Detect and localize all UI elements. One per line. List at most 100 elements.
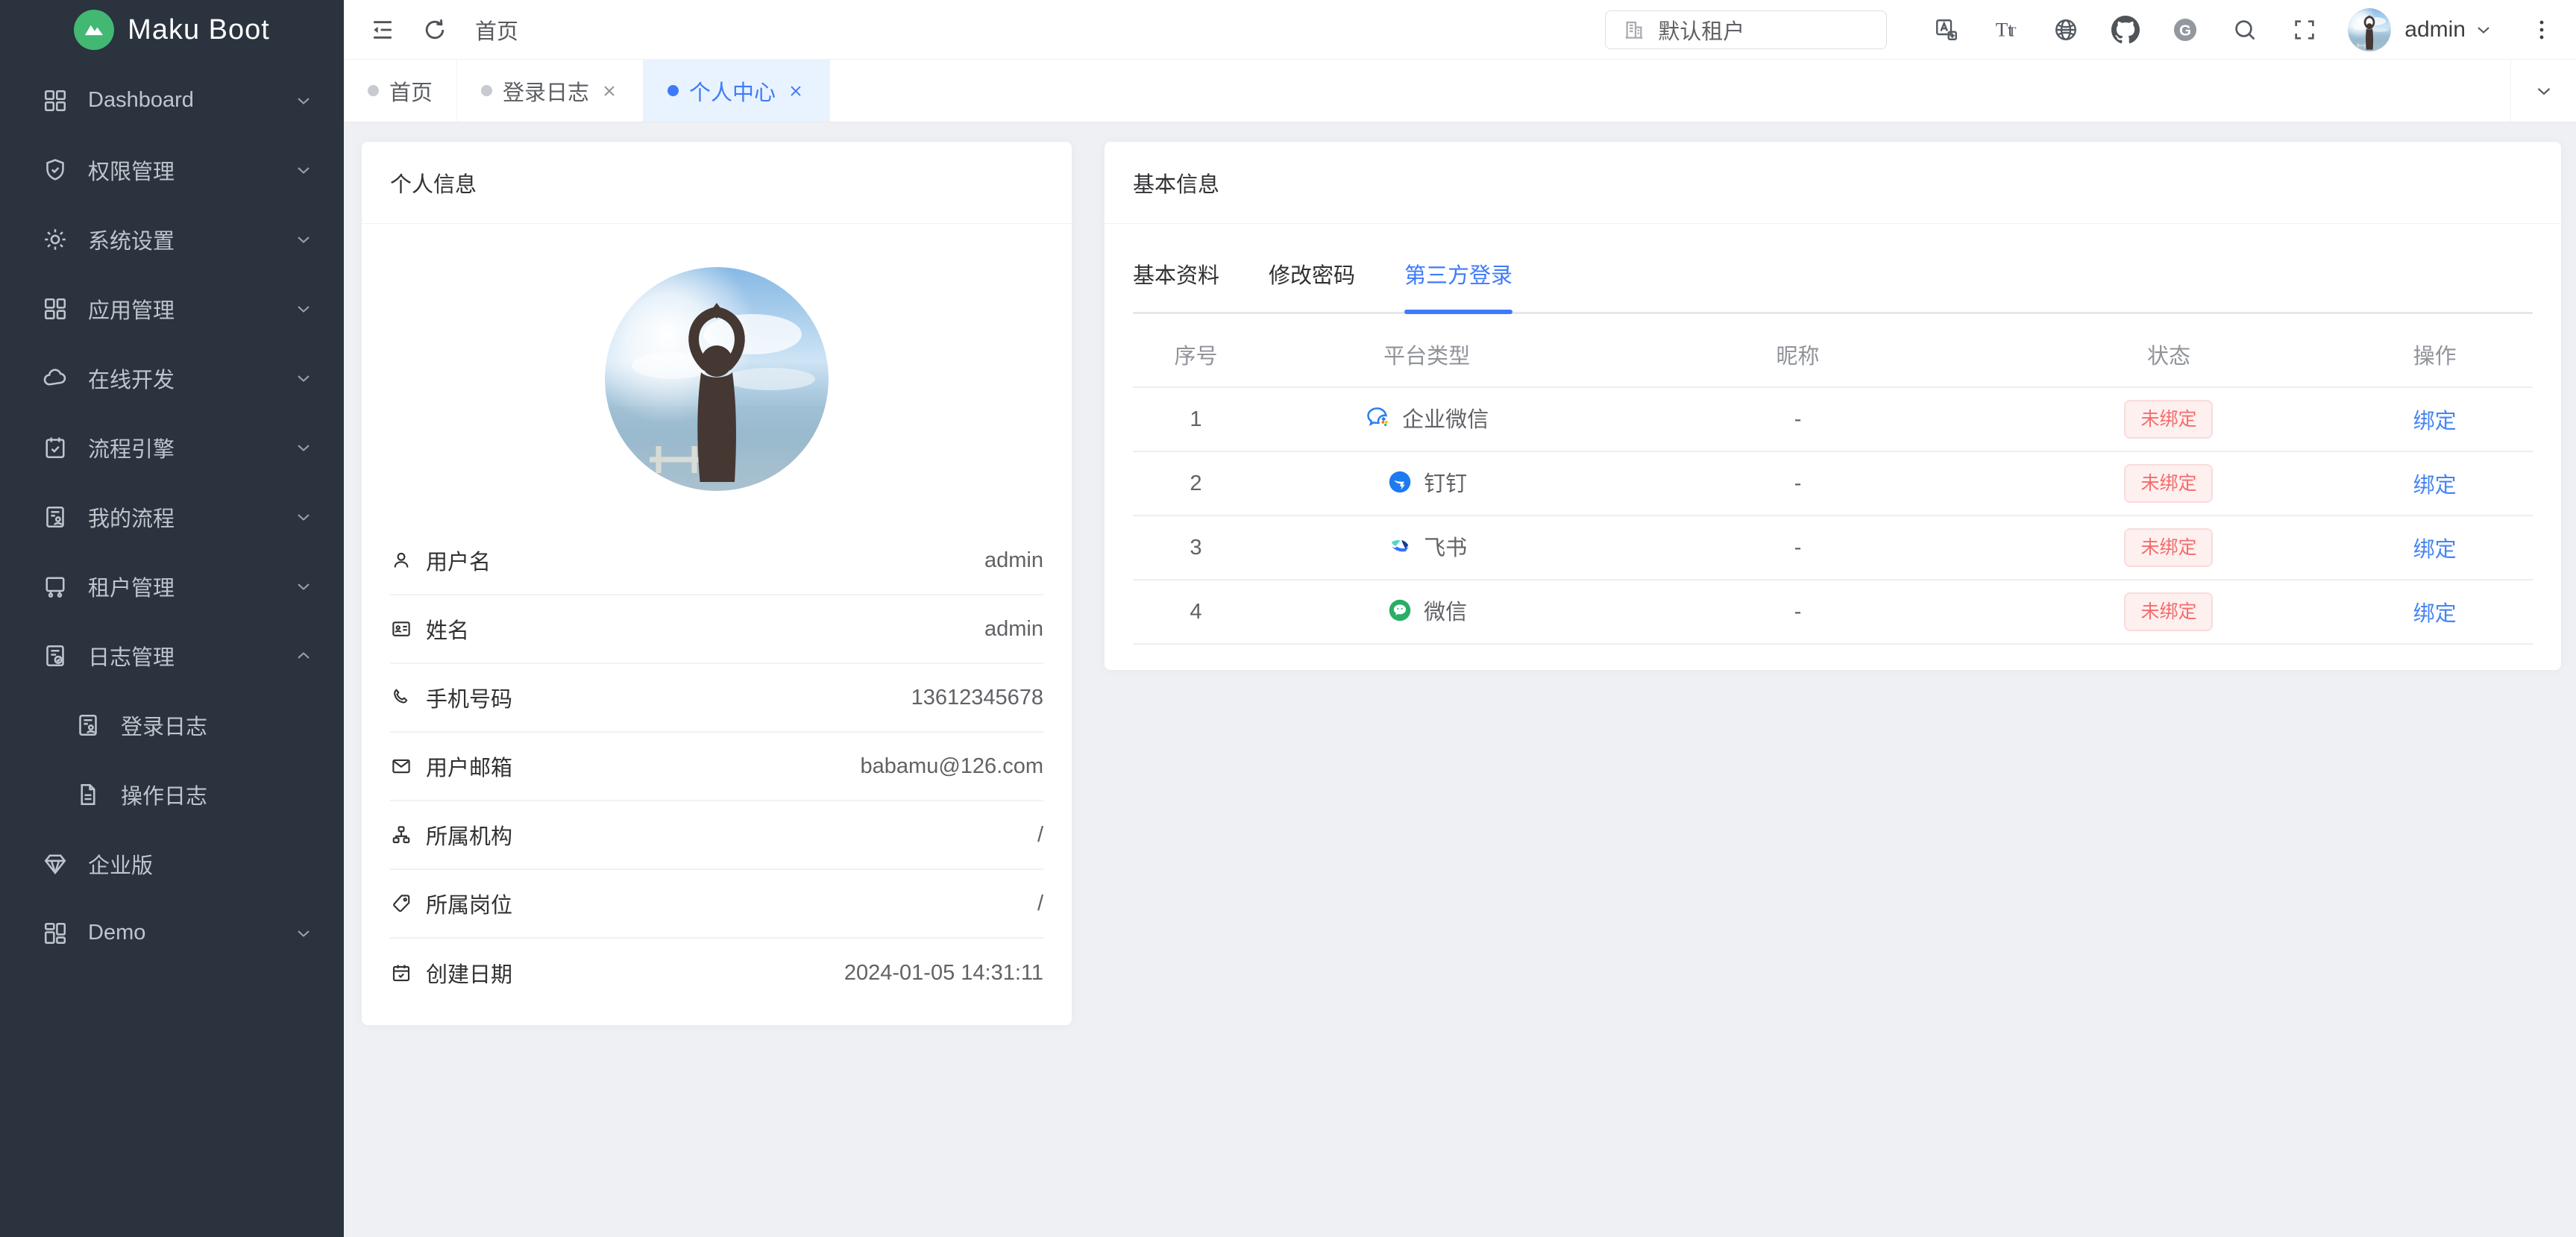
dashboard-grid-icon: [42, 87, 69, 114]
chevron-down-icon: [293, 298, 314, 319]
platform-cell: 微信: [1386, 595, 1467, 626]
sidebar-item-enterprise[interactable]: 企业版: [0, 829, 344, 898]
sidebar-item-dashboard[interactable]: Dashboard: [0, 66, 344, 135]
chevron-down-icon: [293, 923, 314, 944]
sidebar-item-operation-log[interactable]: 操作日志: [0, 760, 344, 829]
sidebar-item-tenant-management[interactable]: 租户管理: [0, 551, 344, 621]
col-header-no: 序号: [1133, 322, 1259, 387]
workflow-clipboard-icon: [42, 434, 69, 461]
field-realname: 姓名 admin: [390, 595, 1043, 664]
sidebar-item-log-management[interactable]: 日志管理: [0, 621, 344, 690]
sidebar-item-app-management[interactable]: 应用管理: [0, 274, 344, 343]
profile-card-header: 个人信息: [362, 142, 1072, 224]
translate-icon: [1933, 16, 1960, 43]
field-value: /: [1037, 823, 1043, 848]
sidebar-item-permissions[interactable]: 权限管理: [0, 135, 344, 204]
bind-link[interactable]: 绑定: [2413, 602, 2457, 626]
avatar-photo: [605, 267, 829, 491]
bind-link[interactable]: 绑定: [2413, 474, 2457, 498]
username-dropdown[interactable]: admin: [2404, 17, 2466, 43]
globe-language-button[interactable]: [2036, 12, 2096, 48]
table-row: 2 钉钉 - 未绑定 绑定: [1133, 451, 2533, 516]
close-icon[interactable]: [786, 81, 805, 101]
tab-third-party-login[interactable]: 第三方登录: [1404, 258, 1512, 312]
field-position: 所属岗位 /: [390, 870, 1043, 939]
profile-avatar-wrap: [362, 224, 1072, 527]
chevron-down-icon[interactable]: [2473, 19, 2494, 40]
language-switch-button[interactable]: [1917, 12, 1976, 48]
sidebar-item-my-workflow[interactable]: 我的流程: [0, 482, 344, 551]
more-menu-button[interactable]: [2527, 12, 2557, 48]
sidebar-item-workflow-engine[interactable]: 流程引擎: [0, 413, 344, 482]
tabbar: 首页 登录日志 个人中心: [344, 60, 2576, 122]
col-header-platform: 平台类型: [1259, 322, 1595, 387]
gem-icon: [42, 851, 69, 877]
status-badge: 未绑定: [2124, 464, 2213, 503]
operation-log-icon: [75, 781, 101, 808]
basic-info-body: 基本资料 修改密码 第三方登录 序号 平台类型 昵称 状态 操作: [1105, 224, 2561, 670]
field-label-text: 姓名: [426, 613, 469, 645]
log-document-icon: [42, 642, 69, 669]
gitee-icon: G: [2171, 16, 2199, 44]
demo-grid-icon: [42, 920, 69, 947]
field-value: admin: [984, 548, 1043, 573]
sidebar-item-label: 租户管理: [88, 571, 175, 602]
tab-personal-center[interactable]: 个人中心: [644, 60, 830, 122]
globe-icon: [2052, 16, 2079, 43]
field-label-text: 所属岗位: [426, 888, 512, 919]
wechat-icon: [1386, 597, 1413, 624]
cloud-icon: [42, 365, 69, 392]
tab-basic-profile[interactable]: 基本资料: [1133, 258, 1219, 312]
topbar: 首页 默认租户 TtT: [344, 0, 2576, 60]
sidebar-item-login-log[interactable]: 登录日志: [0, 690, 344, 760]
sidebar-item-online-dev[interactable]: 在线开发: [0, 343, 344, 413]
tenant-monitor-icon: [42, 573, 69, 600]
tenant-select[interactable]: 默认租户: [1605, 10, 1887, 49]
platform-cell: 飞书: [1386, 530, 1467, 562]
fullscreen-button[interactable]: [2275, 12, 2334, 48]
tab-actions-dropdown[interactable]: [2510, 60, 2576, 122]
search-button[interactable]: [2215, 12, 2275, 48]
bind-link[interactable]: 绑定: [2413, 410, 2457, 433]
close-icon[interactable]: [600, 81, 619, 101]
tab-home[interactable]: 首页: [344, 60, 457, 122]
bind-link[interactable]: 绑定: [2413, 538, 2457, 562]
logo[interactable]: Maku Boot: [0, 0, 344, 60]
tab-label: 首页: [389, 75, 433, 107]
refresh-button[interactable]: [418, 13, 451, 46]
sidebar-item-demo[interactable]: Demo: [0, 898, 344, 968]
app-root: Maku Boot Dashboard 权限管理 系统设置 应用管理: [0, 0, 2576, 1237]
topbar-right: 默认租户 TtT G: [1605, 8, 2557, 51]
table-header-row: 序号 平台类型 昵称 状态 操作: [1133, 322, 2533, 387]
svg-text:T: T: [2008, 24, 2017, 39]
tab-label: 个人中心: [689, 75, 776, 107]
basic-info-card-header: 基本信息: [1105, 142, 2561, 224]
tab-change-password[interactable]: 修改密码: [1269, 258, 1355, 312]
feishu-icon: [1386, 533, 1413, 560]
user-avatar[interactable]: [2348, 8, 2391, 51]
platform-name: 企业微信: [1402, 402, 1489, 433]
collapse-sidebar-button[interactable]: [366, 13, 399, 46]
idcard-icon: [390, 618, 412, 640]
sidebar-item-system-settings[interactable]: 系统设置: [0, 204, 344, 274]
chevron-down-icon: [293, 368, 314, 389]
font-size-button[interactable]: TtT: [1976, 12, 2036, 48]
topbar-icons: TtT G: [1917, 12, 2334, 48]
field-phone: 手机号码 13612345678: [390, 664, 1043, 733]
field-value: babamu@126.com: [861, 754, 1043, 779]
avatar-photo: [2348, 8, 2391, 51]
github-button[interactable]: [2096, 12, 2155, 48]
field-label-text: 手机号码: [426, 682, 512, 713]
tab-login-log[interactable]: 登录日志: [457, 60, 644, 122]
gear-icon: [42, 226, 69, 253]
profile-avatar[interactable]: [605, 267, 829, 491]
building-icon: [1622, 18, 1646, 42]
calendar-icon: [390, 962, 412, 984]
breadcrumb[interactable]: 首页: [475, 14, 518, 46]
platform-cell: 钉钉: [1386, 466, 1467, 498]
gitee-button[interactable]: G: [2155, 12, 2215, 48]
platform-name: 飞书: [1424, 530, 1467, 562]
field-label-text: 用户名: [426, 545, 491, 576]
platform-cell: 企业微信: [1365, 402, 1489, 433]
chevron-down-icon: [293, 160, 314, 181]
